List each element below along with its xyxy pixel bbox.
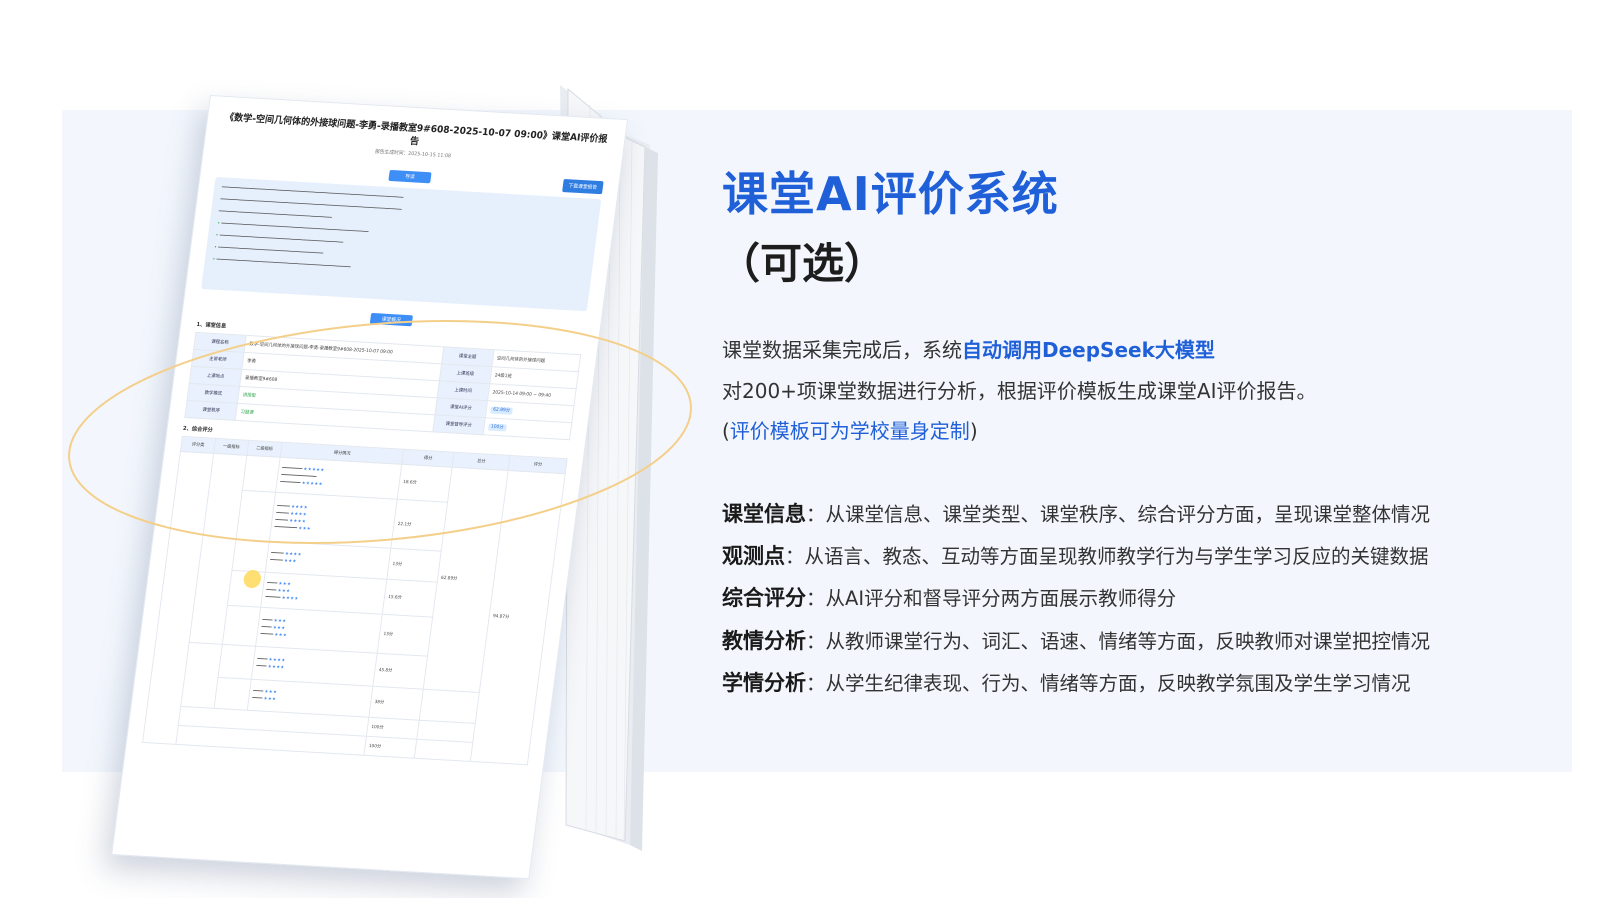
feature-class-info: 课堂信息：从课堂信息、课堂类型、课堂秩序、综合评分方面，呈现课堂整体情况: [722, 500, 1430, 529]
feature-learning-analysis: 学情分析：从学生纪律表现、行为、情绪等方面，反映教学氛围及学生学习情况: [722, 669, 1411, 698]
feature-key: 教情分析: [722, 629, 806, 653]
star-rating: ★★★: [264, 689, 278, 696]
class-info-table: 课程名称 数学-空间几何体的外接球问题-李勇-录播教室9#608-2025-10…: [184, 332, 581, 440]
star-rating: ★★★: [297, 526, 312, 533]
report-intro-box: ━━━━━━━━━━━━━━━━━━━━━━━━━━━━━━━━━━━━━━━━…: [201, 176, 602, 312]
star-rating: ★★★★★: [301, 480, 324, 487]
score-cell: 13分: [377, 614, 433, 657]
star-rating: ★★★★: [268, 657, 286, 664]
description-text: 课堂数据采集完成后，系统: [722, 338, 962, 362]
score-cell: 13分: [387, 548, 442, 583]
star-rating: ★★★: [277, 588, 291, 594]
description-highlight: 自动调用DeepSeek大模型: [962, 338, 1215, 362]
star-rating: ★★★: [272, 625, 286, 631]
paren-open: (: [722, 419, 730, 443]
description-line-2: 对200+项课堂数据进行分析，根据评价模板生成课堂AI评价报告。: [722, 379, 1317, 403]
ai-score-badge: 62.89分: [489, 406, 514, 415]
feature-text: ：从教师课堂行为、词汇、语速、情绪等方面，反映教师对课堂把控情况: [806, 630, 1431, 653]
star-rating: ★★★★: [290, 504, 309, 511]
description-line-1: 课堂数据采集完成后，系统自动调用DeepSeek大模型: [722, 336, 1215, 364]
star-rating: ★★★★: [284, 551, 303, 558]
page-title: 课堂AI评价系统: [722, 167, 1059, 221]
star-rating: ★★★: [283, 558, 297, 565]
feature-observation-points: 观测点：从语言、教态、互动等方面呈现教师教学行为与学生学习反应的关键数据: [722, 542, 1429, 571]
star-rating: ★★★★: [281, 595, 299, 602]
star-rating: ★★★: [273, 618, 287, 624]
description-line-3: (评价模板可为学校量身定制): [722, 417, 978, 445]
feature-key: 综合评分: [722, 586, 806, 610]
score-cell: 100分: [364, 736, 417, 759]
info-key: 课堂秩序: [184, 400, 238, 421]
feature-text: ：从课堂信息、课堂类型、课堂秩序、综合评分方面，呈现课堂整体情况: [806, 503, 1431, 526]
feature-key: 学情分析: [722, 671, 806, 695]
star-rating: ★★★★: [267, 664, 285, 671]
feature-teaching-analysis: 教情分析：从教师课堂行为、词汇、语速、情绪等方面，反映教师对课堂把控情况: [722, 627, 1430, 656]
feature-key: 课堂信息: [722, 502, 806, 526]
feature-text: ：从AI评分和督导评分两方面展示教师得分: [806, 587, 1177, 610]
download-report-button[interactable]: 下载课堂报告: [562, 178, 604, 195]
feature-text: ：从学生纪律表现、行为、情绪等方面，反映教学氛围及学生学习情况: [806, 672, 1411, 695]
star-rating: ★★★★: [289, 511, 308, 518]
feature-key: 观测点: [722, 544, 785, 568]
star-rating: ★★★: [274, 632, 288, 638]
composite-score-table: 评分类 一级指标 二级指标 得分情况 得分 总分 评分 ━━━━━━━━ ★★★…: [142, 436, 568, 765]
score-cell: 45.8分: [373, 653, 428, 690]
info-value: 100分: [482, 417, 572, 440]
feature-composite-score: 综合评分：从AI评分和督导评分两方面展示教师得分: [722, 584, 1176, 613]
star-rating: ★★★★: [288, 518, 307, 525]
page-subtitle: （可选）: [718, 239, 887, 288]
star-rating: ★★★: [263, 696, 277, 703]
template-customization-note: 评价模板可为学校量身定制: [729, 419, 970, 443]
feature-text: ：从语言、教态、互动等方面呈现教师教学行为与学生学习反应的关键数据: [785, 545, 1429, 568]
report-book-illustration: 《数学-空间几何体的外接球问题-李勇-录播教室9#608-2025-10-07 …: [90, 55, 680, 880]
star-rating: ★★★: [278, 581, 292, 587]
score-cell: 18.6分: [397, 464, 453, 503]
score-detail: ━━━━━ ★★★★ ━━━━━ ★★★★ ━━━━━ ★★★★ ━━━━━━━━━ …: [269, 492, 398, 549]
intro-tag: 导读: [388, 169, 432, 184]
info-key: 课堂督导评分: [432, 414, 485, 435]
star-rating: ★★★★★: [303, 466, 325, 473]
overview-tag: 课堂概况: [369, 312, 413, 327]
score-cell: 15.6分: [382, 579, 438, 618]
supervisor-score-badge: 100分: [487, 423, 507, 432]
score-cell: 38分: [369, 686, 424, 721]
paren-close: ): [969, 419, 978, 443]
score-cell: 22.1分: [391, 499, 448, 552]
